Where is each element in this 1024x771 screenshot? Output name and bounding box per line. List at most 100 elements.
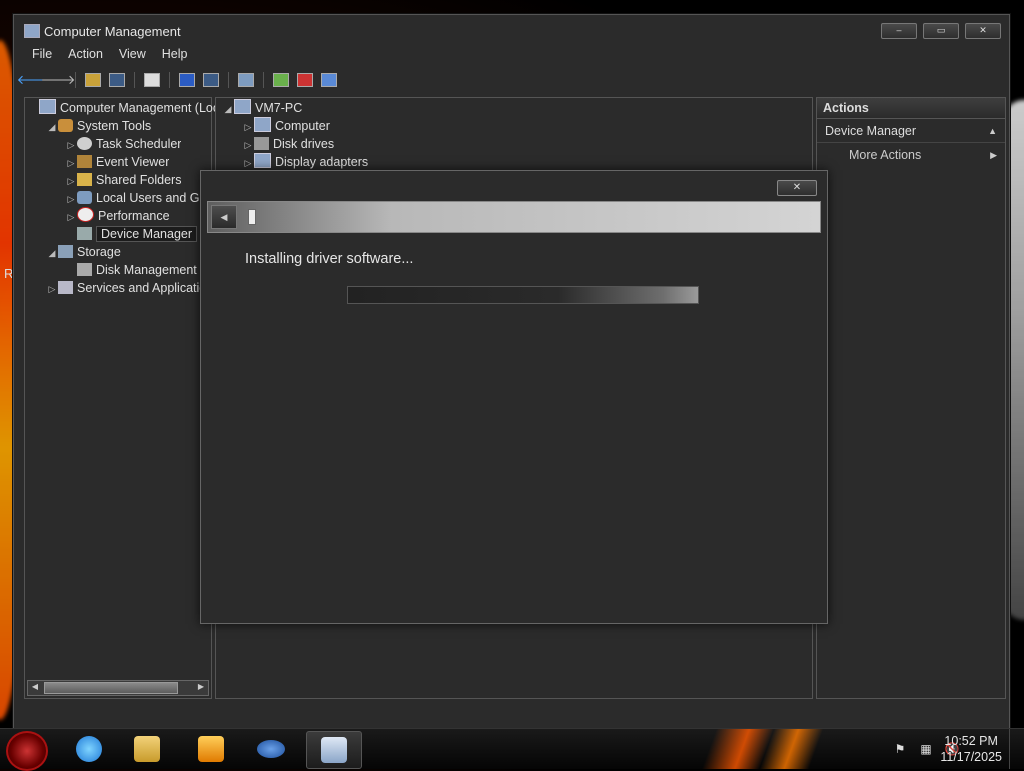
network-app-icon xyxy=(257,740,285,758)
tree-item-task-scheduler[interactable]: ▷ Task Scheduler xyxy=(65,135,181,153)
update-driver-dialog: ✕ ◀ Installing driver software... xyxy=(200,170,828,624)
more-actions-item[interactable]: More Actions ▶ xyxy=(849,146,1005,164)
maximize-button[interactable]: ▭ xyxy=(923,23,959,39)
tree-item-device-manager[interactable]: Device Manager xyxy=(65,225,198,243)
computer-management-icon xyxy=(321,737,347,763)
forward-arrow-icon[interactable]: 🡒 xyxy=(41,71,76,89)
taskbar-app-internet-explorer[interactable] xyxy=(62,731,116,767)
show-hide-action-pane-icon[interactable] xyxy=(201,71,221,89)
menu-help[interactable]: Help xyxy=(154,45,196,65)
tree-item-performance[interactable]: ▷ Performance xyxy=(65,207,170,225)
tree-item-shared-folders[interactable]: ▷ Shared Folders xyxy=(65,171,181,189)
tree-item-label: Event Viewer xyxy=(96,155,170,169)
minimize-button[interactable]: ‒ xyxy=(881,23,917,39)
show-hide-tree-icon[interactable] xyxy=(107,71,127,89)
tree-item-label: Task Scheduler xyxy=(96,137,182,151)
expand-arrow-icon[interactable]: ▷ xyxy=(65,154,77,171)
expand-arrow-icon[interactable]: ▷ xyxy=(242,118,254,135)
actions-section-label: Device Manager xyxy=(825,124,917,138)
file-explorer-icon xyxy=(134,736,160,762)
enable-device-icon[interactable] xyxy=(319,71,339,89)
desktop-edge-text: R xyxy=(4,266,14,281)
taskbar-app-computer-management[interactable] xyxy=(306,731,362,769)
disk-management-icon xyxy=(77,263,92,276)
scroll-right-arrow-icon[interactable]: ▶ xyxy=(194,681,208,693)
update-driver-icon[interactable] xyxy=(271,71,291,89)
local-users-icon xyxy=(77,191,92,204)
internet-explorer-icon xyxy=(76,736,102,762)
submenu-arrow-icon: ▶ xyxy=(990,150,997,160)
computer-management-icon xyxy=(39,99,56,114)
performance-icon xyxy=(77,207,94,222)
horizontal-scrollbar[interactable]: ◀ ▶ xyxy=(27,680,209,696)
actions-section-device-manager[interactable]: Device Manager ▲ xyxy=(817,120,1005,143)
navigation-pane[interactable]: Computer Management (Loc ◢ System Tools ▷ Ta… xyxy=(24,97,219,699)
dialog-close-button[interactable]: ✕ xyxy=(777,180,817,196)
event-viewer-icon xyxy=(77,155,92,168)
computer-management-icon xyxy=(24,24,40,38)
properties-icon[interactable] xyxy=(142,71,162,89)
collapse-arrow-icon[interactable]: ◢ xyxy=(46,244,58,261)
tree-item-disk-management[interactable]: Disk Management xyxy=(65,261,197,279)
action-center-flag-icon[interactable]: ⚑ xyxy=(892,741,908,757)
tree-item-computer-management[interactable]: Computer Management (Loc xyxy=(27,99,219,117)
taskbar-app-network[interactable] xyxy=(244,731,298,767)
media-player-icon xyxy=(198,736,224,762)
device-manager-icon xyxy=(77,227,92,240)
collapse-arrow-icon[interactable]: ◢ xyxy=(222,100,234,117)
help-icon[interactable] xyxy=(177,71,197,89)
more-actions-label: More Actions xyxy=(849,148,922,162)
task-scheduler-icon xyxy=(77,137,92,150)
clock[interactable]: 10:52 PM 11/17/2025 xyxy=(940,733,1002,765)
show-desktop-button[interactable] xyxy=(1009,729,1024,769)
tree-item-services[interactable]: ▷ Services and Applicatio xyxy=(46,279,206,297)
menu-bar: File Action View Help xyxy=(14,45,1009,65)
actions-title: Actions xyxy=(817,98,1005,119)
install-status-message: Installing driver software... xyxy=(245,251,414,267)
collapse-up-icon[interactable]: ▲ xyxy=(988,120,997,142)
install-progress-bar xyxy=(347,286,699,304)
device-category-display-adapters[interactable]: ▷ Display adapters xyxy=(242,153,368,171)
expand-arrow-icon[interactable]: ▷ xyxy=(242,154,254,171)
device-category-disk-drives[interactable]: ▷ Disk drives xyxy=(242,135,334,153)
expand-arrow-icon[interactable]: ▷ xyxy=(65,172,77,189)
scroll-left-arrow-icon[interactable]: ◀ xyxy=(28,681,42,693)
expand-arrow-icon[interactable]: ▷ xyxy=(242,136,254,153)
start-button[interactable] xyxy=(6,731,48,771)
expand-arrow-icon[interactable]: ▷ xyxy=(65,136,77,153)
tree-item-storage[interactable]: ◢ Storage xyxy=(46,243,121,261)
window-title: Computer Management xyxy=(44,24,181,39)
tree-item-event-viewer[interactable]: ▷ Event Viewer xyxy=(65,153,169,171)
menu-file[interactable]: File xyxy=(24,45,60,65)
dialog-back-button[interactable]: ◀ xyxy=(211,205,237,229)
device-root-node[interactable]: ◢ VM7-PC xyxy=(222,99,302,117)
tree-item-local-users[interactable]: ▷ Local Users and Gro xyxy=(65,189,211,207)
up-folder-icon[interactable] xyxy=(83,71,103,89)
menu-view[interactable]: View xyxy=(111,45,154,65)
tree-item-label: Services and Applicatio xyxy=(77,281,207,295)
taskbar: ⚑ ▦ 🔇 10:52 PM 11/17/2025 xyxy=(0,728,1024,771)
uninstall-device-icon[interactable] xyxy=(295,71,315,89)
scrollbar-thumb[interactable] xyxy=(44,682,178,694)
expand-arrow-icon[interactable]: ▷ xyxy=(65,190,77,207)
tree-item-system-tools[interactable]: ◢ System Tools xyxy=(46,117,151,135)
menu-action[interactable]: Action xyxy=(60,45,111,65)
toolbar: 🡐 🡒 xyxy=(14,67,1009,93)
scan-hardware-changes-icon[interactable] xyxy=(236,71,256,89)
expand-arrow-icon[interactable]: ▷ xyxy=(46,280,58,297)
computer-icon xyxy=(254,117,271,132)
system-tools-icon xyxy=(58,119,73,132)
network-disconnected-icon[interactable]: ▦ xyxy=(918,741,934,757)
title-bar[interactable]: Computer Management ‒ ▭ ✕ xyxy=(14,15,1009,47)
tree-item-label: Disk Management xyxy=(96,263,197,277)
taskbar-flame-decoration xyxy=(700,729,850,769)
progress-fill xyxy=(348,287,698,303)
tree-item-label: Device Manager xyxy=(96,226,198,242)
expand-arrow-icon[interactable]: ▷ xyxy=(65,208,77,225)
taskbar-app-file-explorer[interactable] xyxy=(120,731,174,767)
taskbar-app-media-player[interactable] xyxy=(184,731,238,767)
device-category-computer[interactable]: ▷ Computer xyxy=(242,117,330,135)
collapse-arrow-icon[interactable]: ◢ xyxy=(46,118,58,135)
close-button[interactable]: ✕ xyxy=(965,23,1001,39)
services-icon xyxy=(58,281,73,294)
